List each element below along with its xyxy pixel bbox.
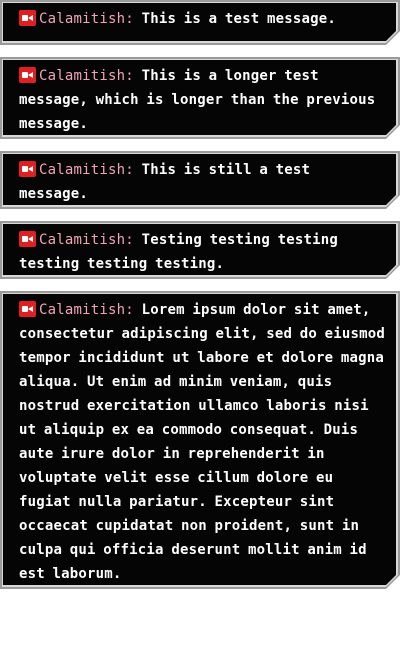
message-text: This is a test message. xyxy=(141,11,337,27)
chat-message: Calamitish: Lorem ipsum dolor sit amet, … xyxy=(0,291,400,589)
video-camera-icon xyxy=(19,231,36,247)
message-author: Calamitish xyxy=(39,232,126,248)
message-author: Calamitish xyxy=(39,11,126,27)
message-author: Calamitish xyxy=(39,162,126,178)
video-camera-icon xyxy=(19,161,36,177)
video-camera-icon xyxy=(19,10,36,26)
video-camera-icon xyxy=(19,67,36,83)
chat-message: Calamitish: This is a longer test messag… xyxy=(0,57,400,139)
chat-message: Calamitish: This is still a test message… xyxy=(0,151,400,209)
message-author: Calamitish xyxy=(39,302,126,318)
chat-message: Calamitish: This is a test message. xyxy=(0,0,400,45)
message-text: Lorem ipsum dolor sit amet, consectetur … xyxy=(19,302,386,582)
chat-message: Calamitish: Testing testing testing test… xyxy=(0,221,400,279)
message-author: Calamitish xyxy=(39,68,126,84)
video-camera-icon xyxy=(19,301,36,317)
